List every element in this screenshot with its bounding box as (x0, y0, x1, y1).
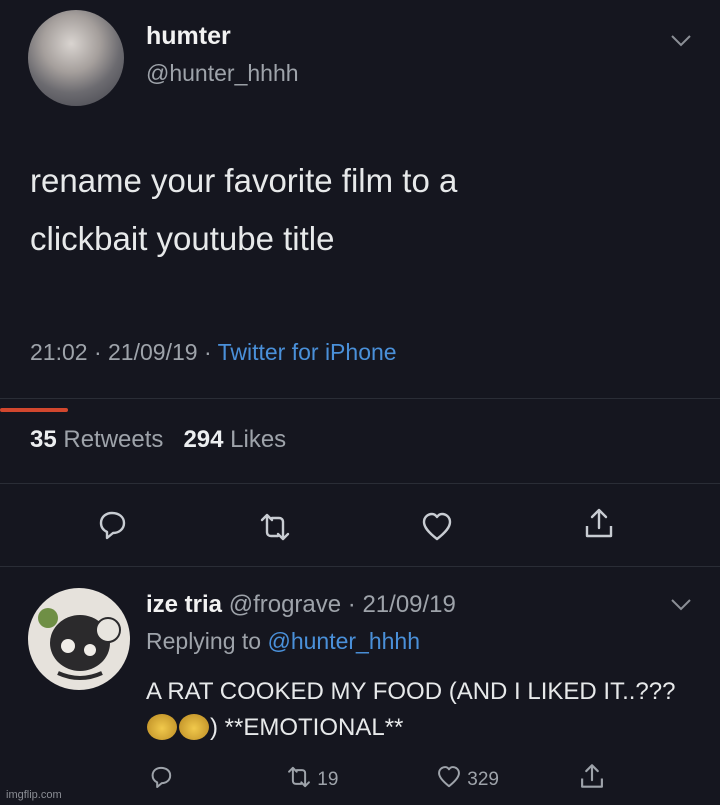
user-handle[interactable]: @hunter_hhhh (146, 60, 299, 87)
divider (0, 566, 720, 567)
reply-text-part: A RAT COOKED MY FOOD (AND I LIKED IT..??… (146, 678, 676, 705)
meta-separator: · (347, 591, 356, 618)
reply-retweet-count: 19 (317, 769, 339, 790)
reply-text: A RAT COOKED MY FOOD (AND I LIKED IT..??… (146, 674, 706, 746)
reply-icon[interactable] (148, 764, 174, 790)
reply-display-name[interactable]: ize tria (146, 591, 222, 618)
flushed-face-emoji (179, 714, 209, 740)
reply-date: 21/09/19 (362, 591, 456, 618)
tweet-date: 21/09/19 (108, 339, 198, 365)
meta-separator: · (93, 339, 102, 365)
share-icon[interactable] (578, 762, 606, 790)
replying-to-link[interactable]: @hunter_hhhh (267, 628, 420, 654)
reply-avatar[interactable] (28, 588, 130, 690)
reply-like-count: 329 (467, 769, 499, 790)
meta-separator: · (203, 339, 212, 365)
tweet-text-line: clickbait youtube title (30, 220, 335, 257)
reply-like-button[interactable]: 329 (436, 764, 499, 790)
flushed-face-emoji (147, 714, 177, 740)
reply-header: ize tria @frograve · 21/09/19 (146, 591, 456, 619)
highlight-mark (0, 408, 68, 412)
chevron-down-icon[interactable] (670, 598, 692, 612)
display-name[interactable]: humter (146, 22, 231, 51)
likes-stat[interactable]: 294 Likes (183, 426, 286, 453)
tweet-text: rename your favorite film to a clickbait… (30, 152, 650, 268)
retweet-icon[interactable] (258, 510, 292, 544)
divider (0, 398, 720, 399)
heart-icon[interactable] (420, 510, 454, 544)
tweet-source-link[interactable]: Twitter for iPhone (218, 339, 397, 365)
reply-text-part: ) **EMOTIONAL** (210, 714, 404, 741)
share-icon[interactable] (582, 506, 616, 540)
tweet-time: 21:02 (30, 339, 88, 365)
tweet-meta: 21:02 · 21/09/19 · Twitter for iPhone (30, 339, 397, 366)
avatar[interactable] (28, 10, 124, 106)
heart-icon (438, 766, 460, 788)
reply-retweet-button[interactable]: 19 (286, 764, 338, 790)
retweet-icon (288, 766, 310, 788)
reply-handle[interactable]: @frograve (229, 591, 341, 618)
retweets-stat[interactable]: 35 Retweets (30, 426, 163, 453)
replying-label: Replying to (146, 628, 262, 654)
divider (0, 483, 720, 484)
chevron-down-icon[interactable] (670, 34, 692, 48)
reply-icon[interactable] (95, 508, 129, 542)
tweet-text-line: rename your favorite film to a (30, 162, 458, 199)
watermark: imgflip.com (6, 789, 62, 801)
replying-to: Replying to @hunter_hhhh (146, 628, 420, 655)
tweet-stats: 35 Retweets 294 Likes (30, 426, 286, 454)
